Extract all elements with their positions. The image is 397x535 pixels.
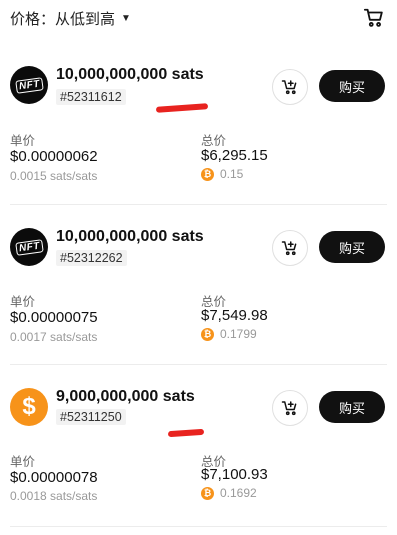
- dollar-coin-avatar: $: [10, 388, 48, 426]
- listing-card: NFT 10,000,000,000 sats #52312262 购买 单价 …: [0, 206, 397, 366]
- total-price-usd: $7,100.93: [201, 466, 268, 483]
- total-price-btc: ₿ 0.15: [201, 167, 243, 181]
- top-bar: 价格：从低到高 ▼: [0, 0, 397, 38]
- bitcoin-icon: ₿: [201, 327, 214, 341]
- listing-id: #52312262: [56, 250, 127, 266]
- unit-price-usd: $0.00000062: [10, 148, 98, 165]
- add-to-cart-button[interactable]: [272, 230, 308, 266]
- listing-card: $ 9,000,000,000 sats #52311250 购买 单价 $0.…: [0, 366, 397, 535]
- add-to-cart-button[interactable]: [272, 390, 308, 426]
- nft-avatar: NFT: [10, 228, 48, 266]
- listing-card: NFT 10,000,000,000 sats #52311612 购买 单价 …: [0, 38, 397, 206]
- unit-price-usd: $0.00000078: [10, 469, 98, 486]
- buy-button[interactable]: 购买: [319, 70, 385, 102]
- unit-price-label: 单价: [10, 455, 36, 469]
- cart-plus-icon: [281, 80, 297, 95]
- unit-price-sats: 0.0018 sats/sats: [10, 489, 98, 503]
- listing-amount: 10,000,000,000 sats: [56, 66, 204, 83]
- nft-avatar: NFT: [10, 66, 48, 104]
- listing-id: #52311612: [56, 89, 126, 105]
- cart-plus-icon: [281, 401, 297, 416]
- bitcoin-icon: ₿: [201, 486, 214, 500]
- unit-price-sats: 0.0015 sats/sats: [10, 169, 98, 183]
- divider: [10, 526, 387, 527]
- divider: [10, 364, 387, 365]
- cart-plus-icon: [281, 241, 297, 256]
- redaction-mark: [167, 428, 205, 438]
- add-to-cart-button[interactable]: [272, 69, 308, 105]
- cart-icon[interactable]: [363, 7, 385, 29]
- listing-amount: 10,000,000,000 sats: [56, 228, 204, 245]
- unit-price-sats: 0.0017 sats/sats: [10, 330, 98, 344]
- divider: [10, 204, 387, 205]
- total-price-usd: $6,295.15: [201, 147, 268, 164]
- unit-price-label: 单价: [10, 295, 36, 309]
- redaction-mark: [155, 103, 209, 113]
- buy-button[interactable]: 购买: [319, 391, 385, 423]
- total-price-btc: ₿ 0.1692: [201, 486, 257, 500]
- total-btc-value: 0.15: [220, 167, 244, 181]
- total-btc-value: 0.1692: [220, 486, 257, 500]
- listing-id: #52311250: [56, 409, 126, 425]
- listing-amount: 9,000,000,000 sats: [56, 388, 195, 405]
- sort-label: 价格：从低到高: [10, 11, 116, 28]
- total-btc-value: 0.1799: [220, 327, 257, 341]
- unit-price-usd: $0.00000075: [10, 309, 98, 326]
- buy-button[interactable]: 购买: [319, 231, 385, 263]
- unit-price-label: 单价: [10, 134, 36, 148]
- bitcoin-icon: ₿: [201, 167, 214, 181]
- total-price-btc: ₿ 0.1799: [201, 327, 257, 341]
- caret-down-icon: ▼: [121, 13, 131, 24]
- sort-dropdown[interactable]: 价格：从低到高 ▼: [10, 8, 131, 29]
- total-price-usd: $7,549.98: [201, 307, 268, 324]
